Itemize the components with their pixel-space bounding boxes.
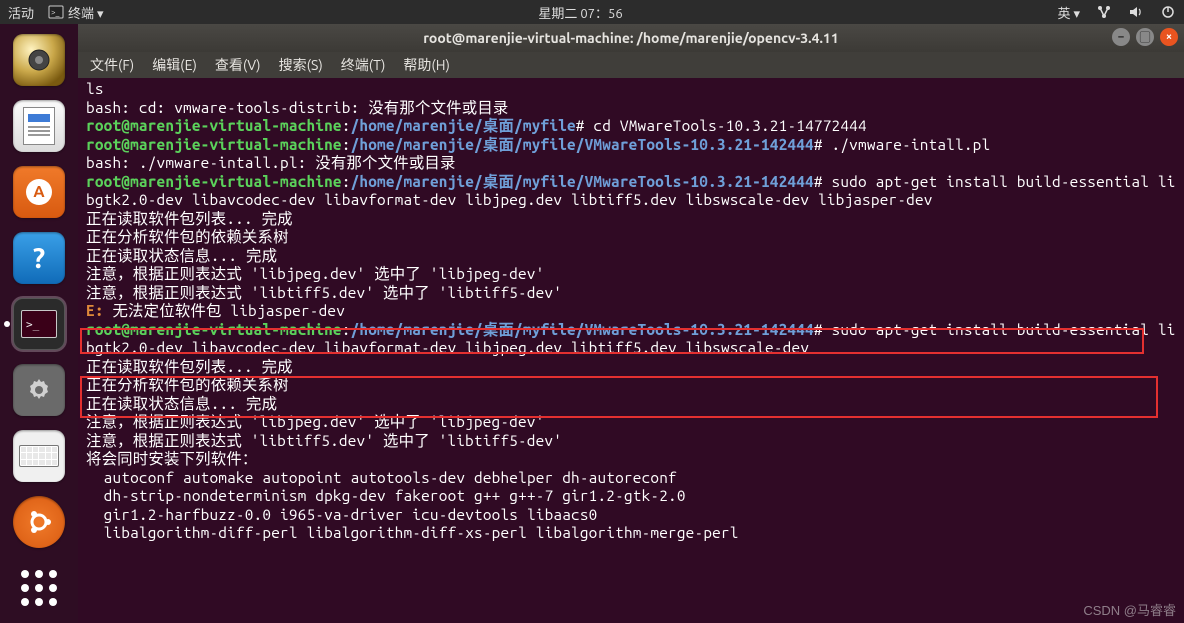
term-line: libalgorithm-diff-perl libalgorithm-diff… <box>86 524 739 541</box>
activities-button[interactable]: 活动 <box>8 3 34 22</box>
term-line: 正在分析软件包的依赖关系树 <box>86 228 289 245</box>
dock-item-help[interactable]: ? <box>13 232 65 284</box>
prompt-path: /home/marenjie/桌面/myfile/VMwareTools-10.… <box>351 136 814 153</box>
dock-item-software[interactable]: A <box>13 166 65 218</box>
terminal-output[interactable]: ls bash: cd: vmware-tools-distrib: 没有那个文… <box>78 78 1184 623</box>
window-title: root@marenjie-virtual-machine: /home/mar… <box>423 30 838 46</box>
dock-item-onboard[interactable] <box>13 430 65 482</box>
menu-view[interactable]: 查看(V) <box>215 55 261 75</box>
term-cmd: cd VMwareTools-10.3.21-14772444 <box>585 117 867 134</box>
ime-indicator[interactable]: 英 ▾ <box>1057 3 1080 22</box>
dock-item-rhythmbox[interactable] <box>13 34 65 86</box>
prompt-user: root@marenjie-virtual-machine <box>86 117 342 134</box>
ubuntu-dock: A ? <box>0 24 78 623</box>
network-icon[interactable] <box>1096 4 1112 20</box>
dock-item-writer[interactable] <box>13 100 65 152</box>
gnome-top-panel: 活动 >_ 终端 ▾ 星期二 07：56 英 ▾ <box>0 0 1184 24</box>
prompt-user: root@marenjie-virtual-machine <box>86 173 342 190</box>
volume-icon[interactable] <box>1128 4 1144 20</box>
term-line: 正在读取状态信息... 完成 <box>86 395 277 412</box>
window-close-button[interactable]: × <box>1160 28 1178 46</box>
term-line: 注意，根据正则表达式 'libjpeg.dev' 选中了 'libjpeg-de… <box>86 265 544 282</box>
watermark: CSDN @马睿睿 <box>1083 600 1176 619</box>
dock-item-settings[interactable] <box>13 364 65 416</box>
prompt-user: root@marenjie-virtual-machine <box>86 321 342 338</box>
apt-error-label: E: <box>86 302 112 319</box>
term-line: autoconf automake autopoint autotools-de… <box>86 469 677 486</box>
term-cmd: ./vmware-intall.pl <box>823 136 991 153</box>
app-menu[interactable]: >_ 终端 ▾ <box>48 3 104 22</box>
terminal-window: root@marenjie-virtual-machine: /home/mar… <box>78 24 1184 623</box>
prompt-path: /home/marenjie/桌面/myfile/VMwareTools-10.… <box>351 173 814 190</box>
term-line: 注意，根据正则表达式 'libtiff5.dev' 选中了 'libtiff5-… <box>86 432 562 449</box>
term-line: 正在读取软件包列表... 完成 <box>86 358 293 375</box>
prompt-path: /home/marenjie/桌面/myfile/VMwareTools-10.… <box>351 321 814 338</box>
term-line: 注意，根据正则表达式 'libjpeg.dev' 选中了 'libjpeg-de… <box>86 413 544 430</box>
terminal-menu-bar: 文件(F) 编辑(E) 查看(V) 搜索(S) 终端(T) 帮助(H) <box>78 52 1184 78</box>
menu-terminal[interactable]: 终端(T) <box>341 55 386 75</box>
power-icon[interactable] <box>1160 4 1176 20</box>
clock[interactable]: 星期二 07：56 <box>104 3 1058 22</box>
term-line: dh-strip-nondeterminism dpkg-dev fakeroo… <box>86 487 686 504</box>
terminal-icon: >_ <box>48 4 64 20</box>
menu-help[interactable]: 帮助(H) <box>403 55 450 75</box>
term-line: 正在分析软件包的依赖关系树 <box>86 376 289 393</box>
dock-item-ubuntu[interactable] <box>13 496 65 548</box>
window-maximize-button[interactable]: ▢ <box>1136 28 1154 46</box>
menu-edit[interactable]: 编辑(E) <box>152 55 197 75</box>
dock-show-apps[interactable] <box>13 562 65 614</box>
term-line: ls <box>86 80 104 97</box>
prompt-path: /home/marenjie/桌面/myfile <box>351 117 576 134</box>
svg-text:>_: >_ <box>51 8 60 17</box>
apt-error-msg: 无法定位软件包 libjasper-dev <box>112 302 345 319</box>
menu-file[interactable]: 文件(F) <box>90 55 134 75</box>
running-indicator-icon <box>4 321 10 327</box>
term-line: 注意，根据正则表达式 'libtiff5.dev' 选中了 'libtiff5-… <box>86 284 562 301</box>
term-line: 正在读取软件包列表... 完成 <box>86 210 293 227</box>
window-minimize-button[interactable]: – <box>1112 28 1130 46</box>
term-line: 将会同时安装下列软件： <box>86 450 258 467</box>
term-line: gir1.2-harfbuzz-0.0 i965-va-driver icu-d… <box>86 506 598 523</box>
menu-search[interactable]: 搜索(S) <box>279 55 323 75</box>
term-line: bash: cd: vmware-tools-distrib: 没有那个文件或目… <box>86 99 509 116</box>
term-line: bash: ./vmware-intall.pl: 没有那个文件或目录 <box>86 154 456 171</box>
prompt-user: root@marenjie-virtual-machine <box>86 136 342 153</box>
dock-item-terminal[interactable] <box>13 298 65 350</box>
app-menu-label: 终端 ▾ <box>68 3 104 22</box>
term-line: 正在读取状态信息... 完成 <box>86 247 277 264</box>
window-title-bar[interactable]: root@marenjie-virtual-machine: /home/mar… <box>78 24 1184 52</box>
